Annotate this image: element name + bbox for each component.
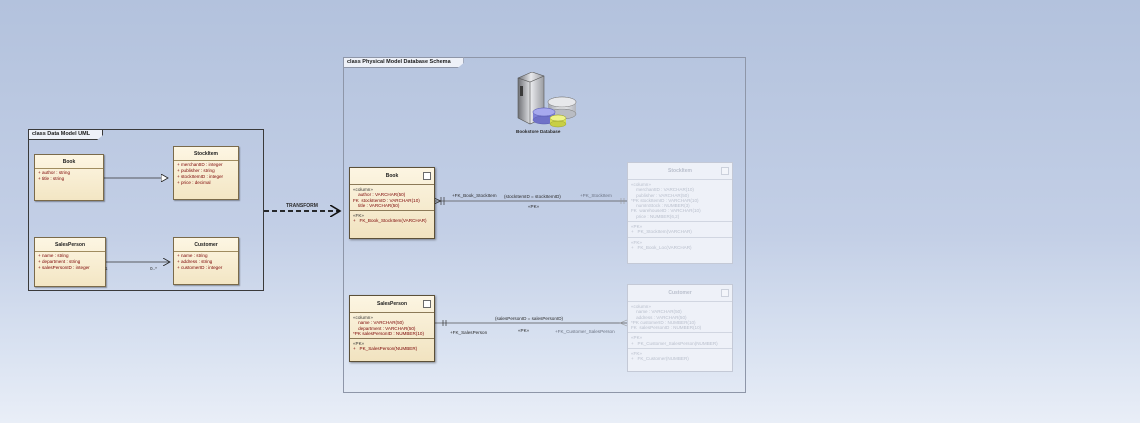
fk-section: «FK» + FK_Book_StockItem(VARCHAR) (350, 211, 434, 226)
table-constraint: + PK_StockItem(VARCHAR) (631, 229, 692, 235)
table-customer[interactable]: Customer «column» name : VARCHAR(50) add… (627, 284, 733, 372)
table-title-text: Book (385, 173, 399, 179)
relation-fk-label: +FK_Book_StockItem (452, 193, 497, 198)
columns-section: «column» merchantID : VARCHAR(10) publis… (628, 180, 732, 223)
table-icon (423, 300, 431, 308)
table-title: StockItem (628, 163, 732, 180)
class-title: Customer (174, 238, 238, 252)
multiplicity-one: 1 (105, 266, 108, 271)
table-column: title : VARCHAR(50) (353, 202, 400, 208)
class-title: SalesPerson (35, 238, 105, 252)
table-icon (721, 289, 729, 297)
class-attribute: + customerID : integer (177, 265, 223, 270)
table-constraint: + FK_Customer(NUMBER) (631, 356, 689, 362)
table-title: Customer (628, 285, 732, 302)
multiplicity-many: 0..* (150, 266, 157, 271)
class-attribute: + salesPersonID : integer (38, 265, 90, 270)
table-icon (423, 172, 431, 180)
table-constraint: + FK_Book_StockItem(VARCHAR) (353, 218, 427, 224)
table-column: price : NUMBER(6,2) (631, 213, 680, 219)
class-attribute: + price : decimal (177, 180, 211, 185)
table-title-text: SalesPerson (376, 301, 408, 307)
pk-section: «PK» + PK_StockItem(VARCHAR) (628, 222, 732, 238)
uml-class-book[interactable]: Book + author : string + title : string (34, 154, 104, 201)
table-book[interactable]: Book «column» author : VARCHAR(50) FK st… (349, 167, 435, 239)
columns-section: «column» name : VARCHAR(50) address : VA… (628, 302, 732, 334)
table-title-text: Customer (668, 290, 692, 296)
relation-condition: (salesPersonID = salesPersonID) (495, 316, 564, 321)
uml-class-customer[interactable]: Customer + name : string + address : str… (173, 237, 239, 285)
table-icon (721, 167, 729, 175)
table-constraint: + PK_SalesPerson(NUMBER) (353, 346, 418, 352)
fk-section: «FK» + FK_Customer(NUMBER) (628, 349, 732, 364)
table-constraint: + PK_Customer_SalesPerson(NUMBER) (631, 340, 718, 346)
relation-pk-label: +PK_StockItem (580, 193, 612, 198)
relation-condition: (stockItemID = stockItemID) (504, 194, 561, 199)
pk-section: «PK» + PK_Customer_SalesPerson(NUMBER) (628, 333, 732, 350)
columns-section: «column» author : VARCHAR(50) FK stockIt… (350, 185, 434, 212)
database-server-icon (517, 72, 577, 128)
table-title: SalesPerson (350, 296, 434, 313)
uml-frame-title: class Data Model UML (28, 129, 103, 140)
table-salesperson[interactable]: SalesPerson «column» name : VARCHAR(50) … (349, 295, 435, 362)
table-title: Book (350, 168, 434, 185)
class-title: StockItem (174, 147, 238, 161)
class-title: Book (35, 155, 103, 169)
table-constraint: + FK_Book_Loc(VARCHAR) (631, 244, 692, 250)
class-attribute: + title : string (38, 176, 65, 181)
table-column: FK salesPersonID : NUMBER(10) (631, 325, 702, 331)
relation-pk-stereo: «PK» (528, 204, 540, 209)
physical-frame-title: class Physical Model Database Schema (343, 57, 464, 68)
table-column: *PK salesPersonID : NUMBER(10) (353, 330, 424, 336)
fk-section: «FK» + FK_Book_Loc(VARCHAR) (628, 238, 732, 253)
relation-fk-label: +FK_SalesPerson (450, 330, 488, 335)
table-stockitem[interactable]: StockItem «column» merchantID : VARCHAR(… (627, 162, 733, 264)
database-label: Bookstore Database (516, 129, 561, 134)
diagram-canvas[interactable]: class Data Model UML Book + author : str… (0, 0, 1140, 423)
table-title-text: StockItem (668, 168, 692, 174)
relation-pk-label: +FK_Customer_SalesPerson (555, 329, 615, 334)
columns-section: «column» name : VARCHAR(50) department :… (350, 313, 434, 340)
relation-pk-stereo: «PK» (518, 328, 530, 333)
pk-section: «PK» + PK_SalesPerson(NUMBER) (350, 339, 434, 354)
uml-class-stockitem[interactable]: StockItem + merchantID : integer + publi… (173, 146, 239, 200)
uml-class-salesperson[interactable]: SalesPerson + name : string + department… (34, 237, 106, 287)
transform-label: TRANSFORM (286, 203, 318, 209)
